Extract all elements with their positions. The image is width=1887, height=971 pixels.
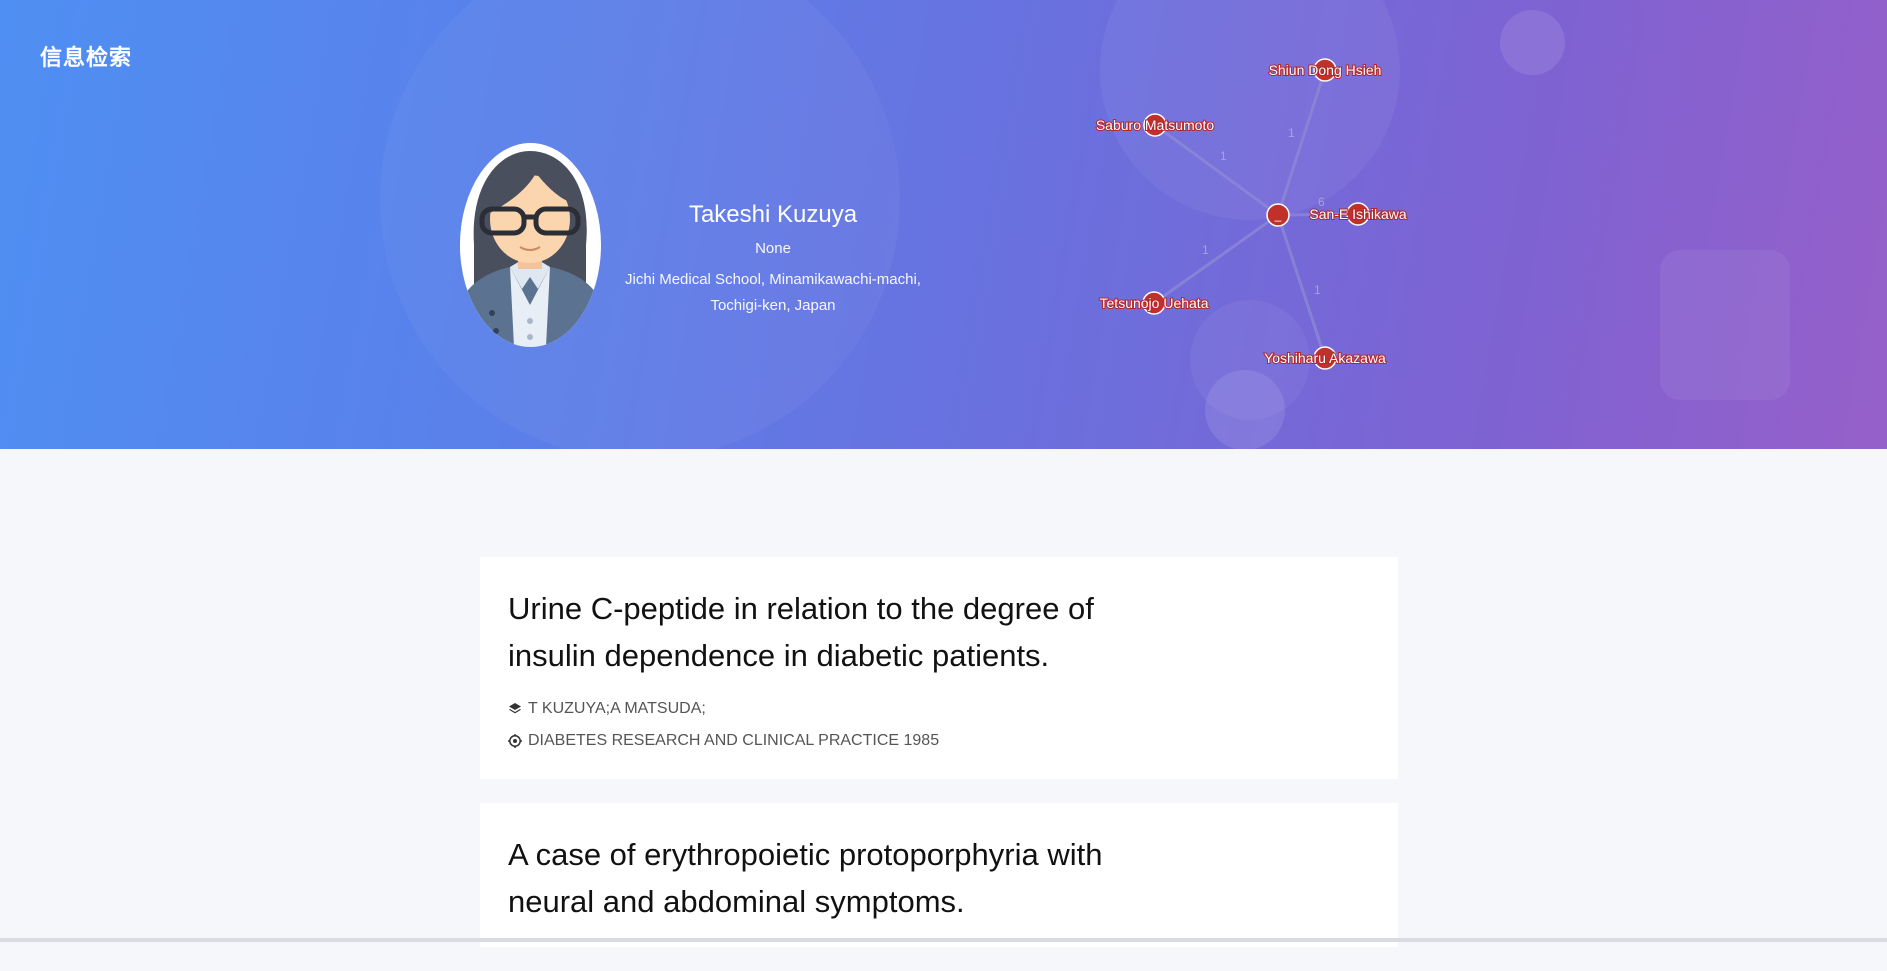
graph-node-label[interactable]: Tetsunojo Uehata <box>1099 294 1210 312</box>
paper-authors: T KUZUYA;A MATSUDA; <box>528 700 706 717</box>
paper-title[interactable]: A case of erythropoietic protoporphyria … <box>508 831 1148 925</box>
decor-bokeh <box>1660 250 1790 400</box>
paper-title[interactable]: Urine C-peptide in relation to the degre… <box>508 585 1148 679</box>
graph-node-label[interactable]: San-E Ishikawa <box>1308 205 1407 223</box>
coauthor-graph-canvas[interactable]: 1 1 6 1 1 _ Shiun Dong Hsieh Saburo Mats… <box>1080 40 1440 390</box>
edge-weight: 1 <box>1314 283 1321 297</box>
target-icon <box>508 734 522 748</box>
graph-node-label[interactable]: Yoshiharu Akazawa <box>1263 349 1387 367</box>
person-avatar-icon <box>460 143 601 347</box>
edge-weight: 1 <box>1202 243 1209 257</box>
graph-edge <box>1276 69 1327 216</box>
horizontal-scrollbar[interactable] <box>0 938 1887 942</box>
researcher-title: None <box>755 240 791 257</box>
researcher-affiliation: Jichi Medical School, Minamikawachi-mach… <box>612 267 934 319</box>
coauthor-graph[interactable]: 1 1 6 1 1 _ Shiun Dong Hsieh Saburo Mats… <box>1080 40 1440 390</box>
decor-bokeh <box>1500 10 1565 75</box>
avatar <box>460 143 601 347</box>
profile-info: Takeshi Kuzuya None Jichi Medical School… <box>612 198 934 319</box>
edge-weight: 1 <box>1288 126 1295 140</box>
graph-edge <box>1154 123 1279 217</box>
paper-authors-row: T KUZUYA;A MATSUDA; <box>508 693 1370 725</box>
layers-icon <box>509 703 521 714</box>
paper-venue: DIABETES RESEARCH AND CLINICAL PRACTICE … <box>528 732 940 749</box>
affiliation-line: Tochigi-ken, Japan <box>710 297 836 314</box>
researcher-name: Takeshi Kuzuya <box>688 201 858 228</box>
graph-node-label[interactable]: Saburo Matsumoto <box>1095 116 1215 134</box>
edge-weight: 1 <box>1220 149 1227 163</box>
paper-meta: T KUZUYA;A MATSUDA; DIABETES RESEARCH AN… <box>508 693 1370 757</box>
paper-card[interactable]: A case of erythropoietic protoporphyria … <box>480 803 1398 947</box>
graph-node-center-label: _ <box>1274 208 1282 222</box>
app-brand[interactable]: 信息检索 <box>40 40 132 72</box>
graph-node-label[interactable]: Shiun Dong Hsieh <box>1268 61 1383 79</box>
paper-list: Urine C-peptide in relation to the degre… <box>480 557 1398 971</box>
paper-card[interactable]: Urine C-peptide in relation to the degre… <box>480 557 1398 779</box>
profile-header: 信息检索 Takeshi Kuzuya None Jichi Medical S… <box>0 0 1887 449</box>
graph-edge <box>1153 213 1279 305</box>
affiliation-line: Jichi Medical School, Minamikawachi-mach… <box>625 271 921 288</box>
paper-venue-row: DIABETES RESEARCH AND CLINICAL PRACTICE … <box>508 725 1370 757</box>
